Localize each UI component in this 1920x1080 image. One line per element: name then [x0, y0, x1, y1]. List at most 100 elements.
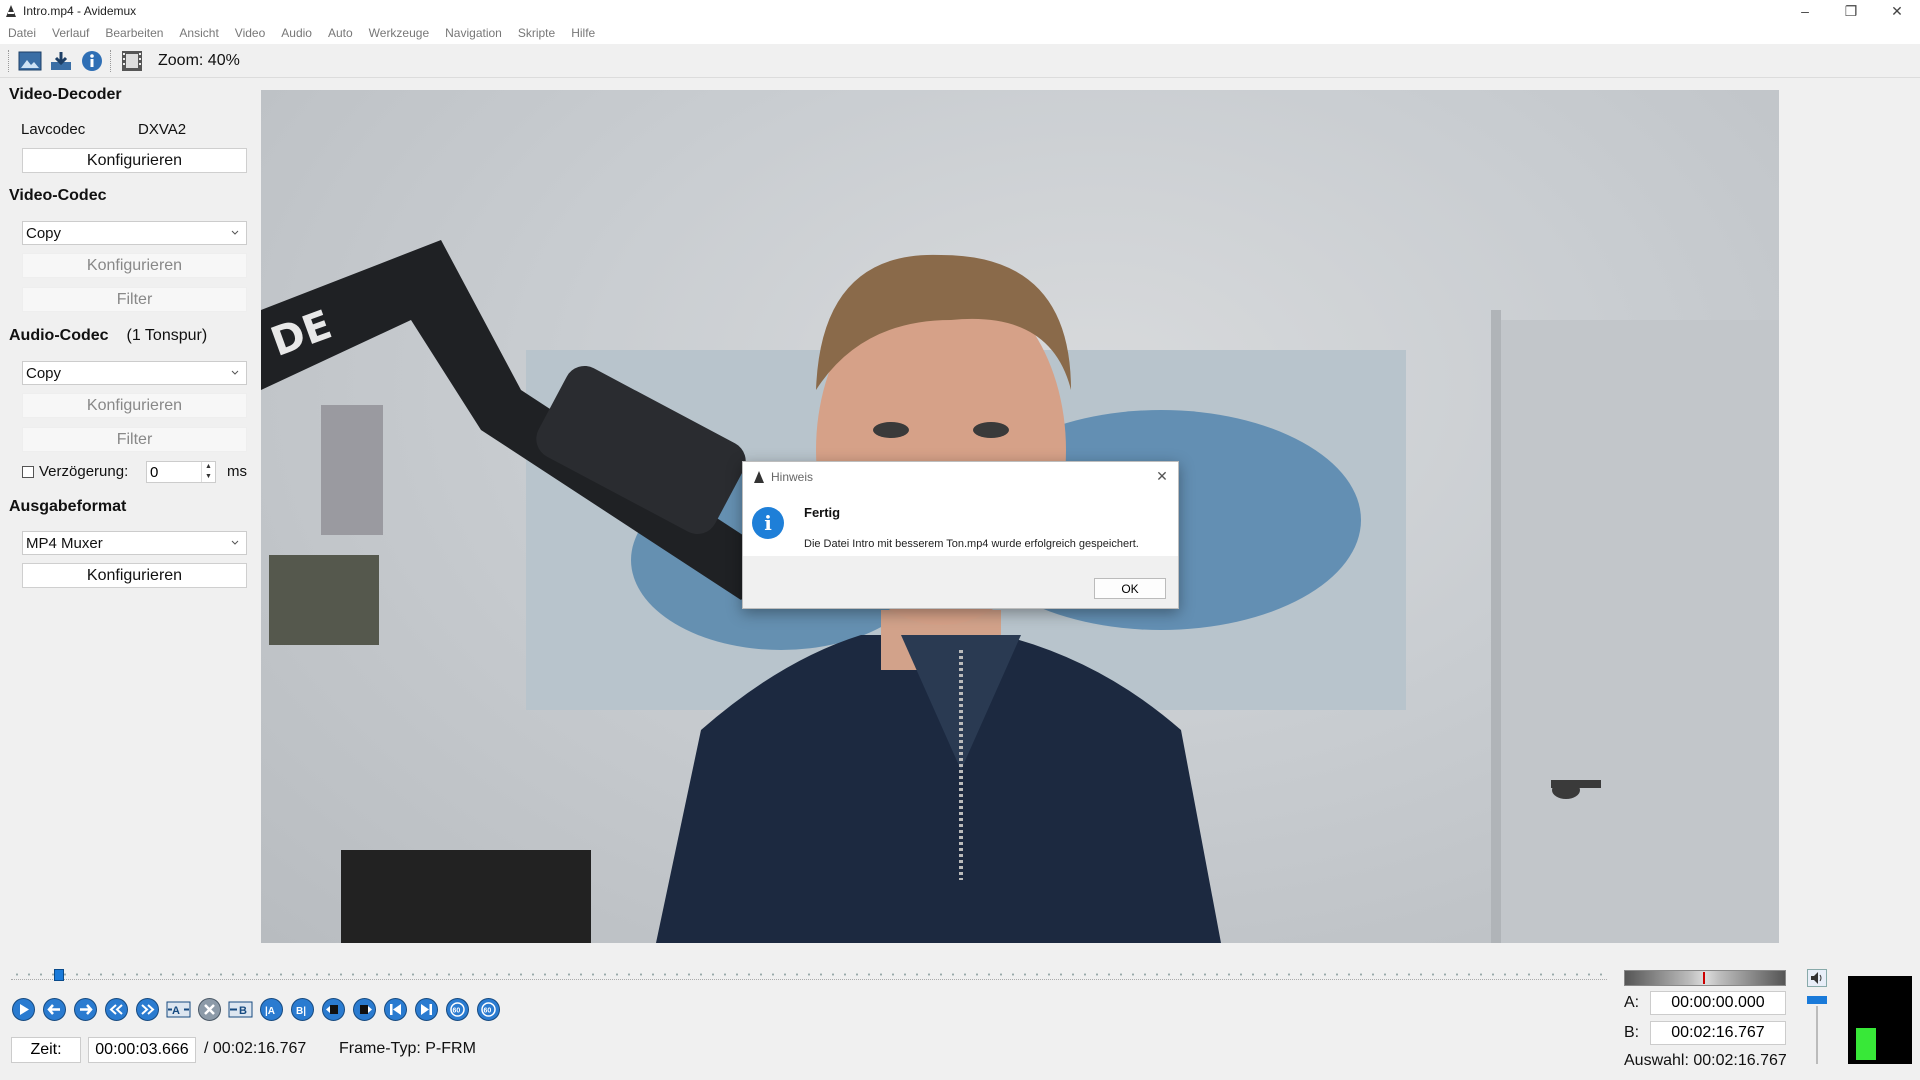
calculator-button[interactable]: [119, 48, 145, 74]
ok-button[interactable]: OK: [1094, 578, 1166, 599]
dialog-message: Die Datei Intro mit besserem Ton.mp4 wur…: [804, 538, 1139, 550]
video-codec-configure-button[interactable]: Konfigurieren: [22, 253, 247, 278]
output-format-select[interactable]: MP4 Muxer: [22, 531, 247, 555]
marker-a-label: A:: [1624, 994, 1640, 1011]
forward-60s-icon[interactable]: 60: [476, 997, 501, 1022]
audio-level-meter: [1848, 976, 1912, 1064]
audio-level-bar: [1856, 1028, 1876, 1060]
go-to-marker-a-icon[interactable]: |A: [259, 997, 284, 1022]
volume-track: [1816, 1006, 1818, 1064]
seek-bar[interactable]: [11, 969, 1607, 981]
menu-auto[interactable]: Auto: [328, 26, 353, 40]
dialog-title: Hinweis: [771, 470, 814, 484]
video-filter-button[interactable]: Filter: [22, 287, 247, 312]
svg-text:60: 60: [484, 1008, 492, 1015]
zoom-label: Zoom: 40%: [158, 51, 240, 69]
menu-werkzeuge[interactable]: Werkzeuge: [369, 26, 429, 40]
window-title: Intro.mp4 - Avidemux: [23, 4, 137, 18]
menu-audio[interactable]: Audio: [281, 26, 312, 40]
jog-center-marker: [1703, 972, 1705, 984]
audio-filter-button[interactable]: Filter: [22, 427, 247, 452]
save-file-button[interactable]: [48, 48, 74, 74]
last-frame-icon[interactable]: [414, 997, 439, 1022]
chevron-down-icon: [231, 540, 239, 545]
previous-frame-icon[interactable]: [42, 997, 67, 1022]
audio-codec-title-text: Audio-Codec: [9, 327, 109, 344]
menu-bearbeiten[interactable]: Bearbeiten: [105, 26, 163, 40]
current-time-field[interactable]: 00:00:03.666: [88, 1037, 196, 1063]
open-file-button[interactable]: [17, 48, 43, 74]
info-icon: i: [752, 507, 784, 539]
toolbar: Zoom: 40%: [0, 44, 1920, 78]
dialog-close-icon[interactable]: ✕: [1154, 468, 1170, 484]
volume-slider[interactable]: [1807, 996, 1827, 1064]
volume-handle[interactable]: [1807, 996, 1827, 1004]
seek-handle[interactable]: [54, 969, 64, 981]
seek-track: [11, 973, 1607, 976]
output-configure-button[interactable]: Konfigurieren: [22, 563, 247, 588]
open-image-icon: [18, 51, 42, 70]
svg-text:|A: |A: [265, 1006, 275, 1017]
previous-keyframe-icon[interactable]: [104, 997, 129, 1022]
notice-dialog: Hinweis ✕ i Fertig Die Datei Intro mit b…: [742, 461, 1179, 609]
audio-codec-selected: Copy: [26, 364, 62, 382]
audio-codec-select[interactable]: Copy: [22, 361, 247, 385]
save-icon: [51, 51, 71, 70]
avidemux-icon: [754, 471, 764, 483]
menu-video[interactable]: Video: [235, 26, 265, 40]
audio-codec-title: Audio-Codec (1 Tonspur): [9, 327, 207, 345]
menu-skripte[interactable]: Skripte: [518, 26, 555, 40]
jog-shuttle-slider[interactable]: [1624, 970, 1786, 986]
menu-verlauf[interactable]: Verlauf: [52, 26, 89, 40]
toolbar-separator: [110, 49, 113, 72]
decoder-configure-button[interactable]: Konfigurieren: [22, 148, 247, 173]
avidemux-icon: [6, 5, 16, 17]
marker-a-field[interactable]: 00:00:00.000: [1650, 991, 1786, 1015]
minimize-icon[interactable]: –: [1782, 0, 1828, 22]
video-codec-select[interactable]: Copy: [22, 221, 247, 245]
next-frame-icon[interactable]: [73, 997, 98, 1022]
chevron-down-icon: [231, 370, 239, 375]
menu-hilfe[interactable]: Hilfe: [571, 26, 595, 40]
set-marker-a-icon[interactable]: A: [166, 997, 191, 1022]
next-black-frame-icon[interactable]: [352, 997, 377, 1022]
film-strip-icon: [122, 50, 142, 71]
marker-b-field[interactable]: 00:02:16.767: [1650, 1021, 1786, 1045]
reset-markers-icon[interactable]: [197, 997, 222, 1022]
delay-spinbox[interactable]: 0 ▲ ▼: [146, 461, 216, 483]
audio-track-count: (1 Tonspur): [126, 327, 208, 344]
dialog-heading: Fertig: [804, 505, 841, 520]
properties-button[interactable]: [79, 48, 105, 74]
back-60s-icon[interactable]: 60: [445, 997, 470, 1022]
title-bar: Intro.mp4 - Avidemux – ❐ ✕: [0, 0, 1920, 22]
first-frame-icon[interactable]: [383, 997, 408, 1022]
info-icon: [82, 50, 102, 71]
menu-ansicht[interactable]: Ansicht: [179, 26, 218, 40]
previous-black-frame-icon[interactable]: [321, 997, 346, 1022]
delay-value: 0: [150, 463, 159, 481]
left-panel: Video-Decoder Lavcodec DXVA2 Konfigurier…: [0, 80, 258, 960]
set-marker-b-icon[interactable]: B: [228, 997, 253, 1022]
svg-text:A: A: [172, 1005, 180, 1017]
menu-datei[interactable]: Datei: [8, 26, 36, 40]
selection-label: Auswahl: 00:02:16.767: [1624, 1052, 1787, 1069]
close-icon[interactable]: ✕: [1874, 0, 1920, 22]
go-to-marker-b-icon[interactable]: B|: [290, 997, 315, 1022]
decoder-name: Lavcodec: [21, 121, 86, 138]
speaker-icon[interactable]: [1807, 969, 1827, 987]
audio-codec-configure-button[interactable]: Konfigurieren: [22, 393, 247, 418]
dialog-body: i Fertig Die Datei Intro mit besserem To…: [743, 492, 1178, 556]
spin-arrows-icon[interactable]: ▲ ▼: [201, 462, 215, 482]
play-icon[interactable]: [11, 997, 36, 1022]
next-keyframe-icon[interactable]: [135, 997, 160, 1022]
speaker-glyph: [1811, 972, 1822, 984]
svg-text:B|: B|: [296, 1006, 306, 1017]
restore-icon[interactable]: ❐: [1828, 0, 1874, 22]
delay-checkbox[interactable]: [22, 466, 34, 478]
chevron-down-icon: [231, 230, 239, 235]
dialog-titlebar: Hinweis: [743, 462, 1178, 492]
menu-navigation[interactable]: Navigation: [445, 26, 502, 40]
decoder-value: DXVA2: [138, 121, 187, 138]
video-codec-title: Video-Codec: [9, 187, 107, 204]
video-decoder-title: Video-Decoder: [9, 86, 122, 103]
